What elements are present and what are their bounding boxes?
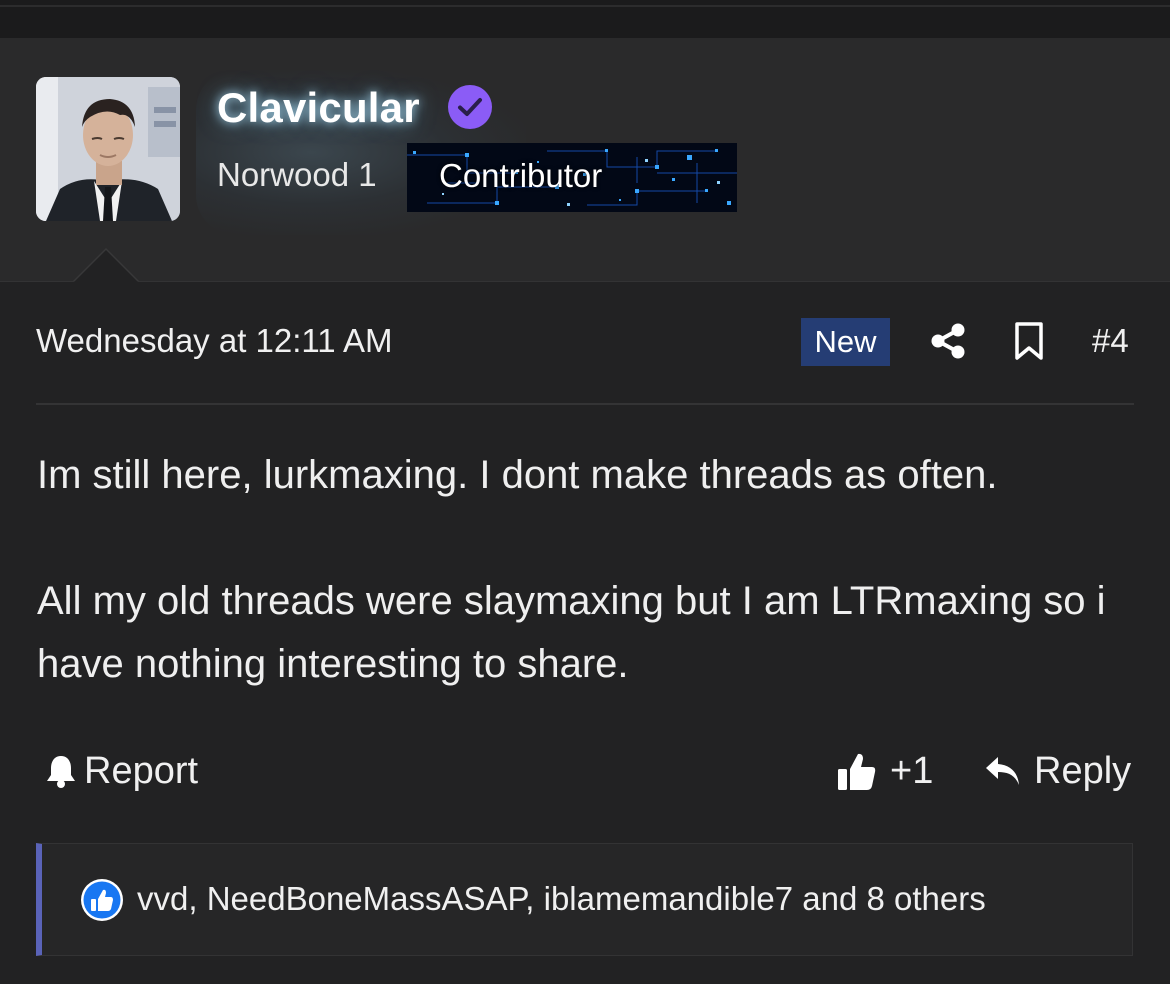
contributor-banner: Contributor: [407, 143, 737, 212]
reply-button[interactable]: Reply: [984, 748, 1131, 794]
post-date[interactable]: Wednesday at 12:11 AM: [36, 322, 393, 360]
reactions-bar[interactable]: vvd, NeedBoneMassASAP, iblamemandible7 a…: [36, 843, 1133, 956]
top-divider: [0, 5, 1170, 7]
report-button[interactable]: Report: [44, 748, 198, 794]
reply-icon: [986, 757, 1019, 785]
share-icon[interactable]: [929, 322, 967, 360]
like-count: +1: [890, 749, 934, 792]
reply-label: Reply: [1034, 749, 1132, 792]
user-title: Norwood 1: [217, 156, 377, 193]
like-reaction-icon: [81, 879, 123, 921]
post-body: Im still here, lurkmaxing. I dont make t…: [37, 444, 1147, 696]
post-number-link[interactable]: #4: [1092, 322, 1129, 360]
thumbs-up-icon: [838, 753, 876, 790]
avatar[interactable]: [36, 77, 180, 221]
like-button[interactable]: +1: [836, 748, 933, 794]
verified-check-icon: [448, 85, 492, 129]
forum-post: Clavicular Norwood 1 Contributor Wednesd…: [0, 0, 1170, 984]
report-label: Report: [84, 749, 199, 792]
post-paragraph: All my old threads were slaymaxing but I…: [37, 579, 1106, 686]
bookmark-icon[interactable]: [1013, 321, 1045, 361]
new-badge: New: [801, 318, 890, 366]
banner-label: Contributor: [439, 157, 603, 194]
reactions-summary[interactable]: vvd, NeedBoneMassASAP, iblamemandible7 a…: [137, 880, 986, 918]
bell-icon: [47, 756, 75, 788]
post-paragraph: Im still here, lurkmaxing. I dont make t…: [37, 453, 998, 497]
header-divider: [36, 403, 1134, 405]
username[interactable]: Clavicular: [217, 84, 420, 132]
